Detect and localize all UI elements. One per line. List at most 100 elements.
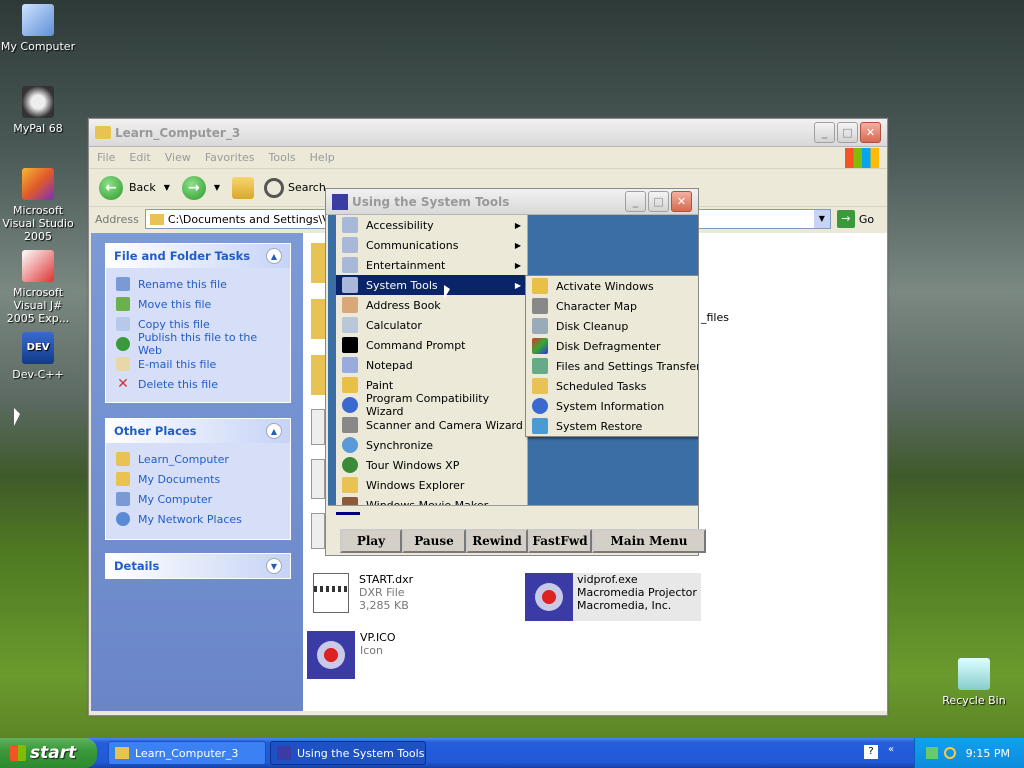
- menu-item-compat-wizard[interactable]: Program Compatibility Wizard: [336, 392, 527, 418]
- task-label: Delete this file: [138, 377, 218, 391]
- desktop-icon-label: Dev-C++: [12, 368, 64, 381]
- folder-icon[interactable]: [311, 355, 325, 395]
- folder-icon: [115, 747, 129, 759]
- dropdown-arrow-icon[interactable]: ▼: [813, 210, 830, 228]
- tutorial-window[interactable]: Using the System Tools _ □ ✕ Accessibili…: [325, 188, 706, 556]
- main-menu-button[interactable]: Main Menu: [592, 529, 706, 553]
- file-icon[interactable]: [311, 513, 325, 549]
- maximize-button[interactable]: □: [648, 191, 669, 212]
- search-icon[interactable]: [264, 177, 285, 198]
- menu-item-entertainment[interactable]: Entertainment ▶: [336, 255, 527, 275]
- file-icon[interactable]: [311, 459, 325, 499]
- chevron-down-icon[interactable]: ▼: [266, 558, 282, 574]
- task-publish[interactable]: Publish this file to the Web: [116, 331, 280, 357]
- details-header[interactable]: Details ▼: [106, 554, 290, 578]
- desktop-icon-my-computer[interactable]: My Computer: [0, 4, 78, 53]
- submenu-disk-defrag[interactable]: Disk Defragmenter: [526, 336, 698, 356]
- menu-item-calculator[interactable]: Calculator: [336, 315, 527, 335]
- desktop-icon-visual-studio[interactable]: Microsoft Visual Studio 2005: [0, 168, 78, 243]
- desktop-icon-devcpp[interactable]: DEV Dev-C++: [0, 332, 78, 381]
- place-learn-computer[interactable]: Learn_Computer: [116, 449, 280, 469]
- menu-view[interactable]: View: [165, 151, 191, 164]
- task-label: Copy this file: [138, 317, 210, 331]
- menu-edit[interactable]: Edit: [129, 151, 150, 164]
- up-folder-icon[interactable]: [232, 176, 255, 199]
- fastfwd-button[interactable]: FastFwd: [528, 529, 592, 553]
- submenu-character-map[interactable]: Character Map: [526, 296, 698, 316]
- dropdown-arrow-icon[interactable]: ▼: [164, 183, 170, 192]
- key-icon: [532, 278, 548, 294]
- menu-item-command-prompt[interactable]: Command Prompt: [336, 335, 527, 355]
- back-arrow-icon[interactable]: ←: [99, 175, 123, 200]
- explorer-titlebar[interactable]: Learn_Computer_3 _ □ ✕: [89, 119, 887, 147]
- minimize-button[interactable]: _: [625, 191, 646, 212]
- search-tray-icon[interactable]: [943, 747, 956, 759]
- desktop-icon-visual-jsharp[interactable]: Microsoft Visual J# 2005 Exp...: [0, 250, 78, 325]
- menu-file[interactable]: File: [97, 151, 115, 164]
- desktop-icon-mypal[interactable]: MyPal 68: [0, 86, 78, 135]
- chevron-up-icon[interactable]: ▲: [266, 423, 282, 439]
- chevron-up-icon[interactable]: ▲: [266, 248, 282, 264]
- pause-button[interactable]: Pause: [402, 529, 466, 553]
- file-item-start-dxr[interactable]: START.dxr DXR File 3,285 KB: [313, 573, 413, 613]
- task-email[interactable]: E-mail this file: [116, 354, 280, 374]
- submenu-system-info[interactable]: System Information: [526, 396, 698, 416]
- go-button-label[interactable]: Go: [859, 213, 874, 226]
- submenu-scheduled-tasks[interactable]: Scheduled Tasks: [526, 376, 698, 396]
- menu-help[interactable]: Help: [310, 151, 335, 164]
- menu-item-scanner-wizard[interactable]: Scanner and Camera Wizard: [336, 415, 527, 435]
- desktop-icon-recycle-bin[interactable]: Recycle Bin: [934, 658, 1014, 707]
- rewind-button[interactable]: Rewind: [466, 529, 528, 553]
- menu-item-system-tools[interactable]: System Tools ▶: [336, 275, 527, 295]
- menu-item-windows-explorer[interactable]: Windows Explorer: [336, 475, 527, 495]
- network-tray-icon[interactable]: [925, 747, 938, 759]
- task-explorer[interactable]: Learn_Computer_3: [108, 741, 266, 765]
- start-button[interactable]: start: [0, 738, 97, 768]
- folder-icon[interactable]: [311, 243, 325, 283]
- menu-item-tour-xp[interactable]: Tour Windows XP: [336, 455, 527, 475]
- forward-arrow-icon[interactable]: →: [181, 175, 206, 200]
- tutorial-titlebar[interactable]: Using the System Tools _ □ ✕: [326, 189, 698, 215]
- menu-favorites[interactable]: Favorites: [205, 151, 255, 164]
- dropdown-arrow-icon[interactable]: ▼: [214, 183, 220, 192]
- minimize-button[interactable]: _: [814, 122, 835, 143]
- menu-item-communications[interactable]: Communications ▶: [336, 235, 527, 255]
- other-places-header[interactable]: Other Places ▲: [106, 419, 290, 443]
- mouse-cursor-icon: [14, 408, 20, 426]
- folder-icon[interactable]: [311, 299, 325, 339]
- file-item-vp-ico[interactable]: VP.ICO Icon: [307, 631, 396, 679]
- menu-item-synchronize[interactable]: Synchronize: [336, 435, 527, 455]
- menu-tools[interactable]: Tools: [269, 151, 296, 164]
- close-button[interactable]: ✕: [860, 122, 881, 143]
- task-delete[interactable]: ✕ Delete this file: [116, 374, 280, 394]
- submenu-system-restore[interactable]: System Restore: [526, 416, 698, 436]
- program-group-icon: [342, 277, 358, 293]
- back-button-label[interactable]: Back: [129, 181, 156, 194]
- file-item-vidprof[interactable]: vidprof.exe Macromedia Projector Macrome…: [525, 573, 701, 621]
- place-my-computer[interactable]: My Computer: [116, 489, 280, 509]
- task-pane: File and Folder Tasks ▲ Rename this file …: [91, 233, 303, 711]
- place-network[interactable]: My Network Places: [116, 509, 280, 529]
- submenu-label: Character Map: [556, 299, 638, 313]
- task-move[interactable]: Move this file: [116, 294, 280, 314]
- search-button-label[interactable]: Search: [288, 181, 326, 194]
- menu-item-accessibility[interactable]: Accessibility ▶: [336, 215, 527, 235]
- progress-track[interactable]: [328, 505, 698, 515]
- task-rename[interactable]: Rename this file: [116, 274, 280, 294]
- submenu-files-transfer[interactable]: Files and Settings Transfer Wiz: [526, 356, 698, 376]
- go-arrow-icon[interactable]: →: [836, 210, 855, 228]
- place-my-documents[interactable]: My Documents: [116, 469, 280, 489]
- play-button[interactable]: Play: [340, 529, 402, 553]
- menu-item-label: Synchronize: [366, 438, 434, 452]
- menu-item-notepad[interactable]: Notepad: [336, 355, 527, 375]
- maximize-button[interactable]: □: [837, 122, 858, 143]
- submenu-activate-windows[interactable]: Activate Windows: [526, 276, 698, 296]
- submenu-disk-cleanup[interactable]: Disk Cleanup: [526, 316, 698, 336]
- file-icon[interactable]: [311, 409, 325, 445]
- close-button[interactable]: ✕: [671, 191, 692, 212]
- help-icon[interactable]: ?: [864, 745, 878, 759]
- file-tasks-header[interactable]: File and Folder Tasks ▲: [106, 244, 290, 268]
- chevron-icon[interactable]: «: [888, 744, 894, 755]
- menu-item-address-book[interactable]: Address Book: [336, 295, 527, 315]
- task-tutorial[interactable]: Using the System Tools: [270, 741, 426, 765]
